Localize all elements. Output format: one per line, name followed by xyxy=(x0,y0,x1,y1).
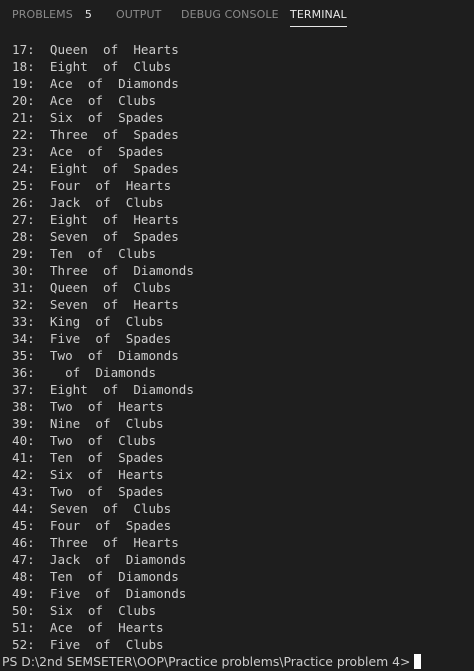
tab-debug-console[interactable]: DEBUG CONSOLE xyxy=(181,0,279,28)
terminal-line: 30: Three of Diamonds xyxy=(12,263,194,278)
terminal-line: 33: King of Clubs xyxy=(12,314,164,329)
terminal-line: 17: Queen of Hearts xyxy=(12,42,179,57)
terminal-line: 50: Six of Clubs xyxy=(12,603,157,618)
terminal-line: 51: Ace of Hearts xyxy=(12,620,164,635)
terminal-line: 25: Four of Hearts xyxy=(12,178,172,193)
terminal-line: 28: Seven of Spades xyxy=(12,229,179,244)
terminal-line: 46: Three of Hearts xyxy=(12,535,179,550)
terminal-line: 20: Ace of Clubs xyxy=(12,93,157,108)
terminal-output[interactable]: 17: Queen of Hearts 18: Eight of Clubs 19:… xyxy=(0,41,474,671)
terminal-prompt: PS D:\2nd SEMSETER\OOP\Practice problems… xyxy=(2,654,411,669)
terminal-line: 18: Eight of Clubs xyxy=(12,59,172,74)
terminal-line: 35: Two of Diamonds xyxy=(12,348,179,363)
tab-problems-label: PROBLEMS xyxy=(12,7,73,21)
terminal-line: 36: of Diamonds xyxy=(12,365,157,380)
terminal-line: 37: Eight of Diamonds xyxy=(12,382,194,397)
terminal-line: 19: Ace of Diamonds xyxy=(12,76,179,91)
terminal-line: 48: Ten of Diamonds xyxy=(12,569,179,584)
tab-debug-console-label: DEBUG CONSOLE xyxy=(181,7,279,21)
terminal-line: 34: Five of Spades xyxy=(12,331,172,346)
tab-terminal[interactable]: TERMINAL xyxy=(290,0,347,28)
terminal-line: 49: Five of Diamonds xyxy=(12,586,187,601)
problems-count-badge: 5 xyxy=(84,7,92,21)
tab-output-label: OUTPUT xyxy=(116,7,162,21)
terminal-line: 38: Two of Hearts xyxy=(12,399,164,414)
terminal-line: 26: Jack of Clubs xyxy=(12,195,164,210)
terminal-line: 24: Eight of Spades xyxy=(12,161,179,176)
terminal-cursor xyxy=(414,654,422,669)
terminal-line: 21: Six of Spades xyxy=(12,110,164,125)
tab-terminal-label: TERMINAL xyxy=(290,7,347,21)
tab-problems[interactable]: PROBLEMS 5 xyxy=(12,0,92,28)
terminal-line: 41: Ten of Spades xyxy=(12,450,164,465)
terminal-line: 29: Ten of Clubs xyxy=(12,246,157,261)
tab-output[interactable]: OUTPUT xyxy=(116,0,161,28)
terminal-line: 27: Eight of Hearts xyxy=(12,212,179,227)
terminal-panel: PROBLEMS 5 OUTPUT DEBUG CONSOLE TERMINAL… xyxy=(0,0,474,671)
terminal-line: 43: Two of Spades xyxy=(12,484,164,499)
terminal-line: 22: Three of Spades xyxy=(12,127,179,142)
terminal-line: 39: Nine of Clubs xyxy=(12,416,164,431)
terminal-line: 47: Jack of Diamonds xyxy=(12,552,187,567)
terminal-line: 40: Two of Clubs xyxy=(12,433,157,448)
panel-tab-bar: PROBLEMS 5 OUTPUT DEBUG CONSOLE TERMINAL xyxy=(0,0,474,30)
terminal-line: 42: Six of Hearts xyxy=(12,467,164,482)
terminal-line: 31: Queen of Clubs xyxy=(12,280,172,295)
terminal-line: 52: Five of Clubs xyxy=(12,637,164,652)
terminal-line: 23: Ace of Spades xyxy=(12,144,164,159)
terminal-line: 32: Seven of Hearts xyxy=(12,297,179,312)
terminal-line: 44: Seven of Clubs xyxy=(12,501,172,516)
terminal-line: 45: Four of Spades xyxy=(12,518,172,533)
terminal-prompt-line[interactable]: PS D:\2nd SEMSETER\OOP\Practice problems… xyxy=(2,653,422,670)
